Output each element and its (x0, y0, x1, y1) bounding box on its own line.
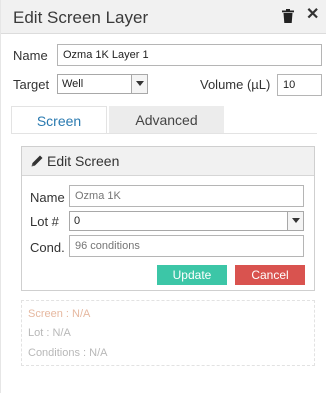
edit-screen-title: Edit Screen (47, 153, 120, 169)
volume-input[interactable]: 10 (277, 74, 322, 96)
target-label: Target (13, 77, 50, 92)
target-select[interactable]: Well (57, 74, 148, 94)
layer-name-input[interactable]: Ozma 1K Layer 1 (57, 44, 322, 66)
tab-advanced[interactable]: Advanced (109, 106, 224, 134)
screen-info: Screen : N/A (28, 308, 91, 320)
lot-select-value: 0 (74, 215, 81, 227)
volume-label: Volume (µL) (200, 77, 271, 92)
conditions-label: Cond. (30, 240, 65, 255)
update-button[interactable]: Update (157, 265, 227, 285)
screen-name-label: Name (30, 190, 65, 205)
lot-info: Lot : N/A (28, 327, 71, 339)
pencil-icon (31, 154, 43, 167)
edit-screen-header: Edit Screen (22, 147, 314, 176)
close-icon[interactable]: ✕ (306, 6, 319, 24)
conditions-input[interactable] (69, 235, 304, 257)
chevron-down-icon (131, 75, 147, 93)
lot-select[interactable]: 0 (69, 211, 304, 231)
tab-divider (11, 133, 317, 134)
lot-label: Lot # (30, 214, 59, 229)
edit-screen-box: Edit Screen Name Lot # 0 Cond. Update Ca… (21, 146, 315, 291)
trash-icon[interactable] (282, 9, 294, 23)
panel-header: Edit Screen Layer ✕ (1, 0, 326, 34)
edit-screen-layer-panel: Edit Screen Layer ✕ Name Ozma 1K Layer 1… (0, 0, 326, 393)
target-select-value: Well (62, 78, 84, 90)
screen-name-input[interactable] (69, 185, 304, 207)
screen-info-box: Screen : N/A Lot : N/A Conditions : N/A (21, 300, 315, 366)
conditions-info: Conditions : N/A (28, 347, 108, 359)
cancel-button[interactable]: Cancel (235, 265, 305, 285)
panel-title: Edit Screen Layer (13, 8, 149, 27)
tab-screen[interactable]: Screen (11, 106, 107, 134)
name-label: Name (13, 48, 48, 63)
chevron-down-icon (287, 212, 303, 230)
